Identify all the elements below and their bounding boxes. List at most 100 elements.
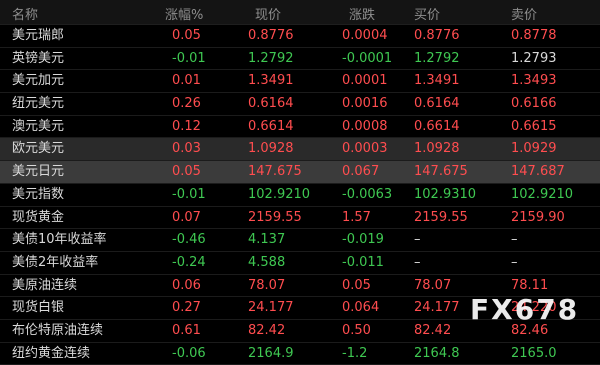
change-pct-value: 0.05 [172, 164, 201, 180]
bid-value: 102.9310 [414, 186, 477, 202]
instrument-name: 英镑美元 [12, 50, 65, 66]
price-value: 82.42 [248, 322, 286, 338]
instrument-name: 澳元美元 [12, 118, 65, 134]
change-pct-value: -0.01 [172, 186, 206, 202]
price-value: 2159.55 [248, 209, 302, 225]
quote-row[interactable]: 欧元美元 0.03 1.0928 0.0003 1.0928 1.0929 [0, 138, 600, 162]
ask-value: 0.6615 [511, 118, 557, 134]
ask-value: – [511, 254, 518, 270]
change-pct-value: -0.06 [172, 345, 206, 361]
bid-value: 1.2792 [414, 50, 460, 66]
change-value: -0.011 [342, 254, 384, 270]
change-pct-value: 0.05 [172, 28, 201, 43]
quote-row[interactable]: 美债2年收益率 -0.24 4.588 -0.011 – – [0, 252, 600, 275]
bid-value: 0.6614 [414, 118, 460, 134]
instrument-name: 美债2年收益率 [12, 254, 99, 270]
quote-row[interactable]: 现货黄金 0.07 2159.55 1.57 2159.55 2159.90 [0, 207, 600, 230]
price-value: 1.3491 [248, 73, 294, 89]
price-value: 0.8776 [248, 28, 294, 43]
change-pct-value: 0.26 [172, 96, 201, 112]
change-value: -0.0001 [342, 50, 393, 66]
instrument-name: 欧元美元 [12, 141, 65, 157]
ask-value: 1.3493 [511, 73, 557, 89]
price-value: 2164.9 [248, 345, 294, 361]
change-value: 0.0001 [342, 73, 388, 89]
header-change-pct[interactable]: 涨幅% [165, 4, 203, 23]
bid-value: – [414, 232, 421, 248]
bid-value: 78.07 [414, 277, 452, 293]
change-pct-value: 0.27 [172, 300, 201, 316]
change-pct-value: 0.06 [172, 277, 201, 293]
bid-value: 0.8776 [414, 28, 460, 43]
instrument-name: 美原油连续 [12, 277, 78, 293]
change-pct-value: -0.46 [172, 232, 206, 248]
price-value: 1.0928 [248, 141, 294, 157]
instrument-name: 布伦特原油连续 [12, 322, 104, 338]
ask-value: – [511, 232, 518, 248]
ask-value: 1.0929 [511, 141, 557, 157]
quote-row[interactable]: 美元日元 0.05 147.675 0.067 147.675 147.687 [0, 161, 600, 184]
quote-row[interactable]: 纽约黄金连续 -0.06 2164.9 -1.2 2164.8 2165.0 [0, 343, 600, 365]
header-ask[interactable]: 卖价 [511, 4, 537, 23]
ask-value: 0.6166 [511, 96, 557, 112]
quote-row[interactable]: 美元指数 -0.01 102.9210 -0.0063 102.9310 102.9210 [0, 184, 600, 207]
bid-value: 1.3491 [414, 73, 460, 89]
instrument-name: 美元日元 [12, 164, 65, 180]
price-value: 0.6614 [248, 118, 294, 134]
change-value: 0.064 [342, 300, 380, 316]
change-value: 0.0016 [342, 96, 388, 112]
quote-row[interactable]: 英镑美元 -0.01 1.2792 -0.0001 1.2792 1.2793 [0, 48, 600, 71]
change-value: 0.0008 [342, 118, 388, 134]
instrument-name: 美债10年收益率 [12, 232, 107, 248]
bid-value: – [414, 254, 421, 270]
price-value: 0.6164 [248, 96, 294, 112]
price-value: 4.588 [248, 254, 286, 270]
ask-value: 0.8778 [511, 28, 557, 43]
change-pct-value: 0.61 [172, 322, 201, 338]
instrument-name: 现货黄金 [12, 209, 65, 225]
instrument-name: 美元指数 [12, 186, 65, 202]
price-value: 102.9210 [248, 186, 311, 202]
header-price[interactable]: 现价 [255, 4, 281, 23]
bid-value: 0.6164 [414, 96, 460, 112]
instrument-name: 纽约黄金连续 [12, 345, 91, 361]
change-value: -0.0063 [342, 186, 393, 202]
change-value: 1.57 [342, 209, 371, 225]
price-value: 1.2792 [248, 50, 294, 66]
quote-row[interactable]: 美债10年收益率 -0.46 4.137 -0.019 – – [0, 229, 600, 252]
ask-value: 1.2793 [511, 50, 557, 66]
change-pct-value: 0.07 [172, 209, 201, 225]
price-value: 24.177 [248, 300, 294, 316]
change-value: 0.0004 [342, 28, 388, 43]
ask-value: 102.9210 [511, 186, 574, 202]
quote-row[interactable]: 美元加元 0.01 1.3491 0.0001 1.3491 1.3493 [0, 70, 600, 94]
change-pct-value: 0.12 [172, 118, 201, 134]
change-pct-value: 0.01 [172, 73, 201, 89]
quote-row[interactable]: 澳元美元 0.12 0.6614 0.0008 0.6614 0.6615 [0, 116, 600, 139]
fx678-watermark: FX678 [470, 293, 580, 326]
change-value: 0.05 [342, 277, 371, 293]
instrument-name: 美元加元 [12, 73, 65, 89]
price-value: 147.675 [248, 164, 302, 180]
header-name[interactable]: 名称 [12, 4, 38, 23]
bid-value: 24.177 [414, 300, 460, 316]
bid-value: 2164.8 [414, 345, 460, 361]
quote-row[interactable]: 纽元美元 0.26 0.6164 0.0016 0.6164 0.6166 [0, 93, 600, 116]
instrument-name: 美元瑞郎 [12, 28, 65, 43]
change-value: -1.2 [342, 345, 368, 361]
quote-table-header: 名称 涨幅% 现价 涨跌 买价 卖价 [0, 0, 600, 25]
instrument-name: 现货白银 [12, 300, 65, 316]
change-value: 0.067 [342, 164, 380, 180]
price-value: 4.137 [248, 232, 286, 248]
bid-value: 147.675 [414, 164, 468, 180]
bid-value: 1.0928 [414, 141, 460, 157]
instrument-name: 纽元美元 [12, 96, 65, 112]
ask-value: 147.687 [511, 164, 565, 180]
ask-value: 2165.0 [511, 345, 557, 361]
ask-value: 2159.90 [511, 209, 565, 225]
bid-value: 2159.55 [414, 209, 468, 225]
change-pct-value: 0.03 [172, 141, 201, 157]
header-bid[interactable]: 买价 [414, 4, 440, 23]
quote-row[interactable]: 美元瑞郎 0.05 0.8776 0.0004 0.8776 0.8778 [0, 25, 600, 48]
header-change[interactable]: 涨跌 [349, 4, 375, 23]
